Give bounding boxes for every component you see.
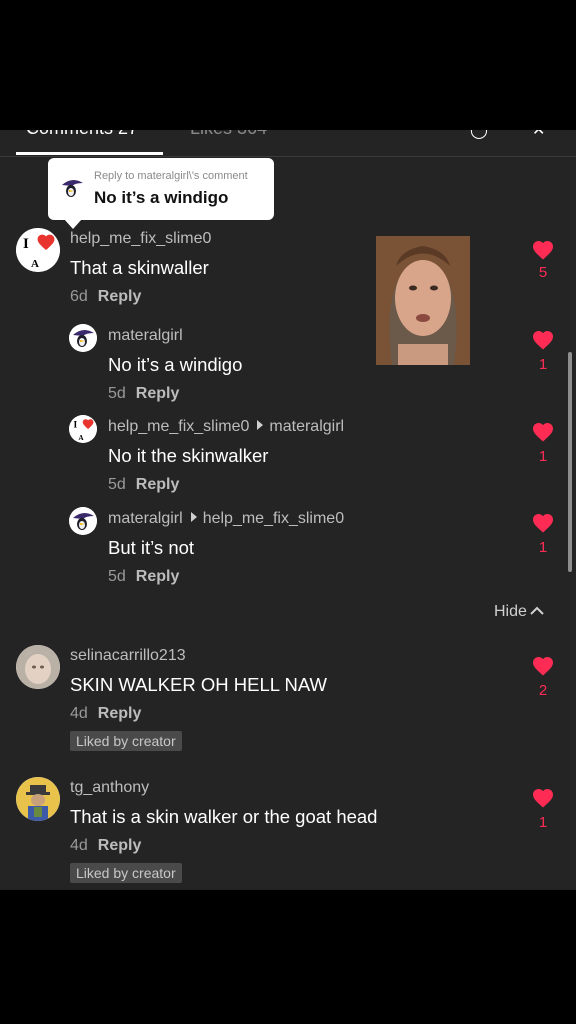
like-heart-icon[interactable] (530, 328, 556, 352)
comment-username[interactable]: materalgirl (108, 510, 183, 527)
svg-text:A: A (31, 258, 39, 270)
video-preview[interactable] (376, 236, 470, 365)
comment-meta: 5d Reply (108, 476, 179, 494)
comments-panel: Comments 27 Likes 364 ◯ ✕ Reply to mater… (0, 130, 576, 890)
comment-age: 5d (108, 476, 126, 493)
chevron-up-icon (530, 606, 544, 615)
profile-photo-avatar-icon (16, 645, 60, 689)
close-icon[interactable]: ✕ (532, 130, 545, 140)
comment-meta: 4d Reply (70, 837, 141, 855)
comment-text: No it’s a windigo (108, 354, 243, 375)
reply-arrow-icon (257, 420, 264, 430)
like-heart-icon[interactable] (530, 786, 556, 810)
avatar[interactable] (69, 324, 97, 352)
reply-button[interactable]: Reply (136, 476, 180, 493)
penguin-avatar-icon (58, 174, 86, 202)
comment-meta: 4d Reply (70, 705, 141, 723)
comment-meta: 5d Reply (108, 385, 179, 403)
svg-text:A: A (79, 434, 84, 442)
comment-meta: 6d Reply (70, 288, 141, 306)
comment-username[interactable]: help_me_fix_slime0 (70, 230, 211, 248)
tab-likes[interactable]: Likes 364 (190, 130, 267, 139)
comments-tab-bar: Comments 27 Likes 364 ◯ ✕ (0, 130, 576, 157)
reply-button[interactable]: Reply (98, 288, 142, 305)
comment-username-line: help_me_fix_slime0 materalgirl (108, 418, 344, 436)
comment-age: 4d (70, 705, 88, 722)
svg-text:I: I (23, 236, 29, 252)
reply-button[interactable]: Reply (98, 705, 142, 722)
like-count: 1 (538, 539, 548, 556)
like-heart-icon[interactable] (530, 238, 556, 262)
like-heart-icon[interactable] (530, 420, 556, 444)
comment-text: But it’s not (108, 537, 195, 558)
comment-text: SKIN WALKER OH HELL NAW (70, 674, 327, 695)
comment-age: 6d (70, 288, 88, 305)
comment-username[interactable]: tg_anthony (70, 779, 149, 797)
hide-replies-button[interactable]: Hide (494, 603, 544, 621)
comment-username-line: materalgirl help_me_fix_slime0 (108, 510, 344, 528)
like-heart-icon[interactable] (530, 654, 556, 678)
like-count: 1 (538, 448, 548, 465)
cartoon-character-avatar-icon (16, 777, 60, 821)
avatar[interactable] (16, 777, 60, 821)
person-video-thumbnail-icon (376, 236, 470, 365)
comment-age: 5d (108, 385, 126, 402)
comment-username[interactable]: help_me_fix_slime0 (108, 418, 249, 435)
like-count: 1 (538, 814, 548, 831)
reply-button[interactable]: Reply (98, 837, 142, 854)
comment-username[interactable]: materalgirl (108, 327, 183, 345)
comment-text: No it the skinwalker (108, 445, 269, 466)
like-count: 1 (538, 356, 548, 373)
i-love-a-avatar-icon: I A (16, 228, 60, 272)
avatar[interactable]: I A (69, 415, 97, 443)
liked-by-creator-badge: Liked by creator (70, 731, 182, 751)
comment-text: That a skinwaller (70, 257, 209, 278)
reply-arrow-icon (190, 512, 197, 522)
avatar[interactable] (69, 507, 97, 535)
reply-button[interactable]: Reply (136, 568, 180, 585)
popup-reply-text: No it’s a windigo (94, 188, 229, 207)
comment-meta: 5d Reply (108, 568, 179, 586)
svg-text:I: I (73, 420, 77, 431)
comment-username[interactable]: selinacarrillo213 (70, 647, 186, 665)
penguin-avatar-icon (69, 324, 97, 352)
like-heart-icon[interactable] (530, 511, 556, 535)
reply-to-username[interactable]: help_me_fix_slime0 (203, 510, 344, 527)
comment-text: That is a skin walker or the goat head (70, 806, 378, 827)
like-count: 2 (538, 682, 548, 699)
mention-icon[interactable]: ◯ (470, 130, 488, 140)
reply-to-popup: Reply to materalgirl\'s comment No it’s … (48, 158, 274, 229)
liked-by-creator-badge: Liked by creator (70, 863, 182, 883)
avatar[interactable]: I A (16, 228, 60, 272)
comment-age: 4d (70, 837, 88, 854)
reply-to-username[interactable]: materalgirl (269, 418, 344, 435)
reply-button[interactable]: Reply (136, 385, 180, 402)
popup-reply-label: Reply to materalgirl\'s comment (94, 170, 248, 182)
penguin-avatar-icon (69, 507, 97, 535)
active-tab-indicator (16, 152, 163, 155)
hide-label: Hide (494, 603, 527, 620)
like-count: 5 (538, 264, 548, 281)
comment-age: 5d (108, 568, 126, 585)
scrollbar[interactable] (568, 352, 572, 572)
avatar[interactable] (16, 645, 60, 689)
tab-comments[interactable]: Comments 27 (26, 130, 138, 139)
popup-avatar (58, 174, 86, 202)
i-love-a-avatar-icon: I A (69, 415, 97, 443)
